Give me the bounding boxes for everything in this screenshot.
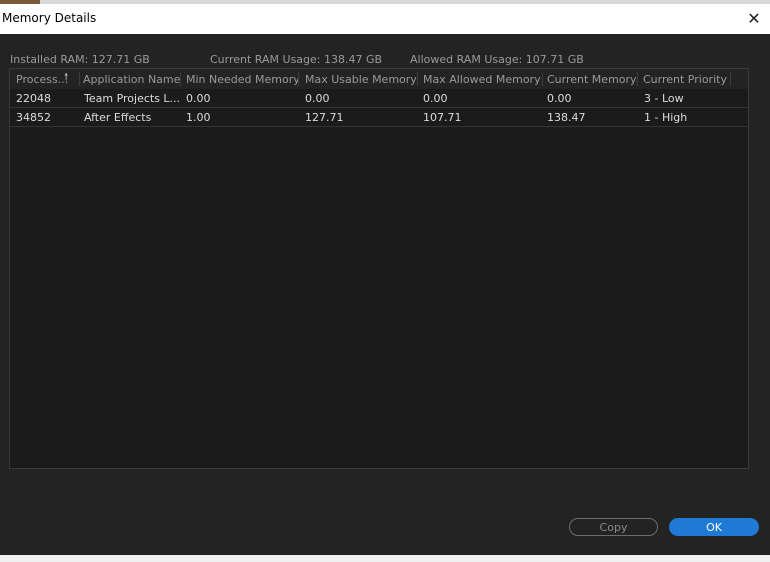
close-icon[interactable]: ✕ [742, 6, 766, 30]
arrow-up-icon: 🠕 [64, 72, 69, 83]
column-header-process[interactable]: Process... [16, 73, 68, 86]
column-divider[interactable] [542, 72, 543, 86]
cell-process-id: 34852 [16, 111, 51, 124]
cell-max-usable-memory: 127.71 [305, 111, 344, 124]
column-header-current-memory[interactable]: Current Memory [547, 73, 637, 86]
cell-application-name: Team Projects L... [84, 92, 181, 105]
column-header-current-priority[interactable]: Current Priority [643, 73, 727, 86]
column-divider[interactable] [298, 72, 299, 86]
window-title: Memory Details [2, 11, 97, 25]
cell-max-usable-memory: 0.00 [305, 92, 330, 105]
cell-max-allowed-memory: 107.71 [423, 111, 462, 124]
ok-button[interactable]: OK [669, 518, 759, 536]
cell-current-priority: 3 - Low [644, 92, 684, 105]
table-header: Process... 🠕 Application Name Min Needed… [10, 69, 748, 89]
column-divider[interactable] [637, 72, 638, 86]
current-ram-usage-label: Current RAM Usage: 138.47 GB [210, 53, 383, 66]
column-divider[interactable] [417, 72, 418, 86]
cell-current-memory: 0.00 [547, 92, 572, 105]
column-divider[interactable] [730, 72, 731, 86]
cell-process-id: 22048 [16, 92, 51, 105]
cell-max-allowed-memory: 0.00 [423, 92, 448, 105]
table-row[interactable]: 34852 After Effects 1.00 127.71 107.71 1… [10, 108, 748, 127]
allowed-ram-usage-label: Allowed RAM Usage: 107.71 GB [410, 53, 584, 66]
column-divider[interactable] [180, 72, 181, 86]
title-bar: Memory Details ✕ [0, 4, 770, 34]
table-row[interactable]: 22048 Team Projects L... 0.00 0.00 0.00 … [10, 89, 748, 108]
column-divider[interactable] [79, 72, 80, 86]
column-header-min-needed-memory[interactable]: Min Needed Memory [186, 73, 300, 86]
cell-current-memory: 138.47 [547, 111, 586, 124]
memory-table: Process... 🠕 Application Name Min Needed… [9, 68, 749, 469]
column-header-application-name[interactable]: Application Name [83, 73, 180, 86]
cell-min-needed-memory: 0.00 [186, 92, 211, 105]
memory-details-dialog: Installed RAM: 127.71 GB Current RAM Usa… [0, 34, 770, 555]
cell-current-priority: 1 - High [644, 111, 688, 124]
column-header-max-usable-memory[interactable]: Max Usable Memory [305, 73, 417, 86]
installed-ram-label: Installed RAM: 127.71 GB [10, 53, 150, 66]
cell-application-name: After Effects [84, 111, 152, 124]
copy-button[interactable]: Copy [569, 518, 658, 536]
cell-min-needed-memory: 1.00 [186, 111, 211, 124]
column-header-max-allowed-memory[interactable]: Max Allowed Memory [423, 73, 541, 86]
window-bottom-strip [0, 555, 770, 562]
